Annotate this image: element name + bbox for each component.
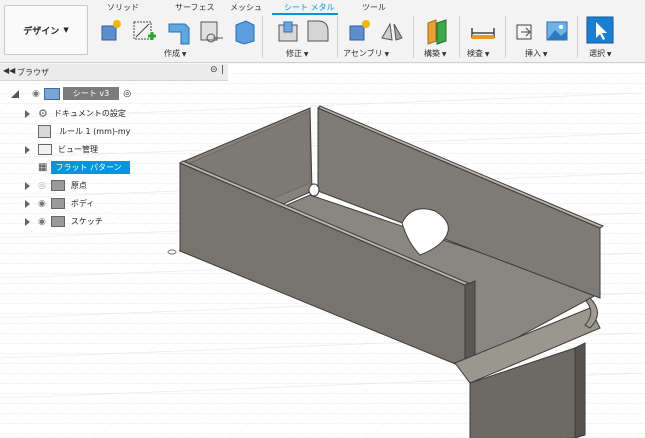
visibility-eye-icon[interactable]: ◉ [38,217,46,227]
tree-item-rule[interactable]: ルール 1 (mm)-my [25,124,130,139]
collapse-icon[interactable]: ◀◀ [3,66,15,75]
expand-arrow-icon[interactable] [25,217,30,226]
create-sketch-icon[interactable] [130,17,158,45]
select-icon[interactable] [586,16,614,46]
flat-pattern-icon: ▦ [38,162,48,173]
tab-solid[interactable]: ソリッド [107,2,139,13]
more-icon[interactable]: | [221,65,224,75]
tree-item-label: ビュー管理 [58,145,98,154]
expand-arrow-icon[interactable] [25,199,30,208]
tab-sheet-metal[interactable]: シート メタル [284,2,335,13]
gear-icon: ⚙ [38,107,48,120]
divider [459,16,460,58]
folder-icon [38,144,52,155]
divider [262,16,263,58]
divider [337,16,338,58]
tree-item-sketches[interactable]: ◉ スケッチ [25,214,103,229]
tree-item-label: スケッチ [70,217,103,226]
chevron-down-icon: ▼ [180,51,187,58]
browser-root[interactable]: ◉ シート v3 ◎ [10,86,131,101]
expand-arrow-icon[interactable] [25,181,30,190]
document-icon [43,87,60,100]
chevron-down-icon: ▼ [302,51,309,58]
tab-tools[interactable]: ツール [362,2,386,13]
visibility-eye-icon[interactable]: ◉ [32,89,40,99]
active-tab-indicator [272,13,338,15]
ribbon-toolbar: デザイン ▼ ソリッド サーフェス メッシュ シート メタル ツール 作成 ▼ … [0,0,645,63]
hidden-eye-icon[interactable]: ◎ [38,181,46,191]
workspace-switcher[interactable]: デザイン ▼ [4,5,88,55]
divider [413,16,414,58]
convert-to-sheet-metal-icon[interactable] [198,18,226,46]
pin-icon[interactable]: ⊝ [210,65,218,75]
press-pull-icon[interactable] [275,19,301,45]
create-group-label: 作成 [164,49,180,58]
chevron-down-icon: ▼ [382,51,390,58]
folder-icon [50,216,65,227]
tree-item-label: ボディ [70,199,95,208]
expand-arrow-icon[interactable] [25,109,30,118]
chevron-down-icon: ▼ [483,51,490,58]
measure-icon[interactable] [469,20,497,42]
modify-group-label: 修正 [286,49,302,58]
chevron-down-icon: ▼ [541,51,548,58]
tree-item-flat-pattern[interactable]: ▦ フラット パターン [38,160,130,175]
joint-icon[interactable] [378,18,406,44]
insert-image-icon[interactable] [544,18,570,44]
offset-plane-icon[interactable] [424,17,450,45]
assemble-group-label: アセンブリ [343,49,383,58]
insert-group-label: 挿入 [525,49,541,58]
select-group-label: 選択 [589,49,605,58]
new-component-icon[interactable] [98,18,124,44]
tree-item-label: ドキュメントの設定 [53,109,126,118]
visibility-eye-icon[interactable]: ◉ [38,199,46,209]
tab-surface[interactable]: サーフェス [175,2,215,13]
folder-icon [50,180,65,191]
tree-item-label: フラット パターン [51,161,130,174]
tab-mesh[interactable]: メッシュ [230,2,262,13]
tree-item-document-settings[interactable]: ⚙ ドキュメントの設定 [25,106,126,121]
tree-item-view-manager[interactable]: ビュー管理 [25,142,98,157]
activate-radio-icon[interactable]: ◎ [123,89,131,99]
inspect-group-label: 検査 [467,49,483,58]
divider [505,16,506,58]
extrude-icon[interactable] [232,17,256,45]
chevron-down-icon: ▼ [605,51,612,58]
construct-group-label: 構築 [424,49,440,58]
tree-item-label: 原点 [70,181,87,190]
browser-header: ◀◀ ブラウザ ⊝ | [0,64,228,81]
collapse-tree-icon[interactable] [10,89,20,99]
browser-title: ブラウザ [17,68,49,77]
sheet-rule-icon [38,125,51,138]
chevron-down-icon: ▼ [63,26,69,34]
chevron-down-icon: ▼ [440,51,447,58]
tree-item-bodies[interactable]: ◉ ボディ [25,196,94,211]
tree-item-label: ルール 1 (mm)-my [59,127,131,136]
divider [577,16,578,58]
root-label: シート v3 [62,87,120,100]
workspace-label: デザイン [23,26,60,37]
fillet-icon[interactable] [304,17,332,45]
expand-arrow-icon[interactable] [25,145,30,154]
new-component-assembly-icon[interactable] [346,18,374,44]
insert-derive-icon[interactable] [513,19,537,43]
tree-item-origin[interactable]: ◎ 原点 [25,178,87,193]
folder-icon [50,198,65,209]
flange-icon[interactable] [165,16,193,46]
